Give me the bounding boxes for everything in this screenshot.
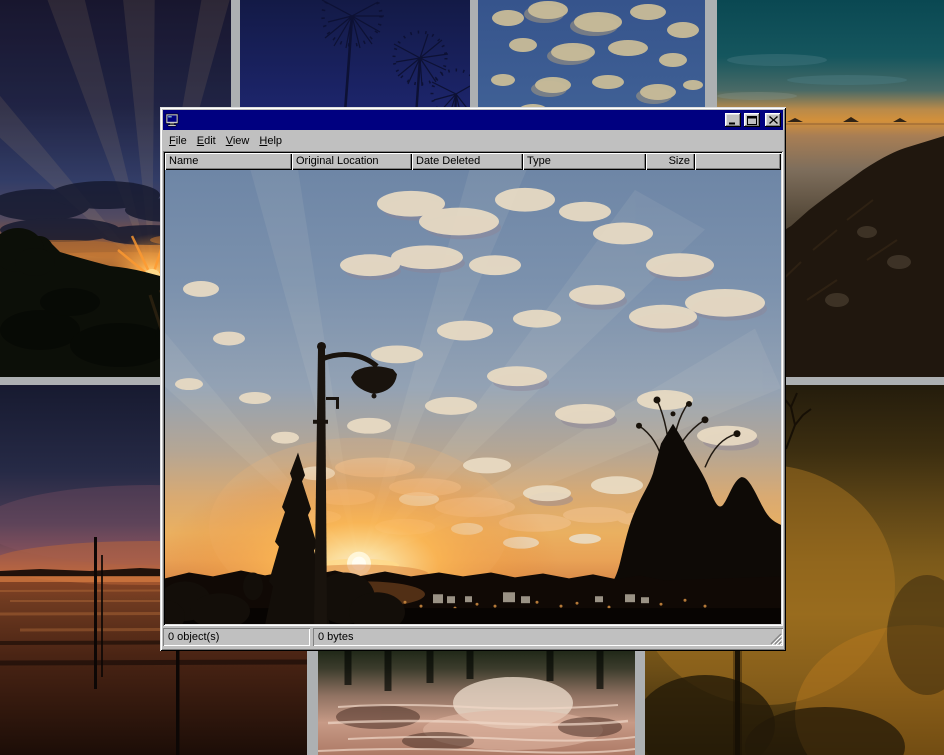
column-header-blank[interactable]	[695, 153, 781, 170]
close-button[interactable]	[765, 113, 781, 127]
computer-icon[interactable]	[165, 113, 179, 127]
column-header-row: NameOriginal LocationDate DeletedTypeSiz…	[165, 153, 781, 170]
file-list-view: NameOriginal LocationDate DeletedTypeSiz…	[163, 151, 783, 626]
desktop: FileEditViewHelp NameOriginal LocationDa…	[0, 0, 944, 755]
column-header-name[interactable]: Name	[165, 153, 292, 170]
column-header-date-deleted[interactable]: Date Deleted	[412, 153, 523, 170]
list-viewport-sunset-lamp-photo	[165, 170, 781, 624]
title-bar[interactable]	[163, 110, 783, 130]
status-size-text: 0 bytes	[318, 631, 353, 643]
status-size: 0 bytes	[313, 628, 783, 646]
status-bar: 0 object(s) 0 bytes	[163, 626, 783, 648]
minimize-button[interactable]	[725, 113, 741, 127]
menu-bar: FileEditViewHelp	[163, 131, 783, 150]
menu-item-file[interactable]: File	[164, 132, 192, 150]
column-header-type[interactable]: Type	[523, 153, 646, 170]
maximize-button[interactable]	[744, 113, 760, 127]
recycle-bin-window: FileEditViewHelp NameOriginal LocationDa…	[160, 107, 786, 651]
menu-item-help[interactable]: Help	[254, 132, 287, 150]
column-header-original-location[interactable]: Original Location	[292, 153, 412, 170]
status-object-count: 0 object(s)	[163, 628, 310, 646]
menu-item-view[interactable]: View	[221, 132, 255, 150]
menu-item-edit[interactable]: Edit	[192, 132, 221, 150]
column-header-size[interactable]: Size	[646, 153, 695, 170]
resize-grip[interactable]	[769, 632, 782, 645]
